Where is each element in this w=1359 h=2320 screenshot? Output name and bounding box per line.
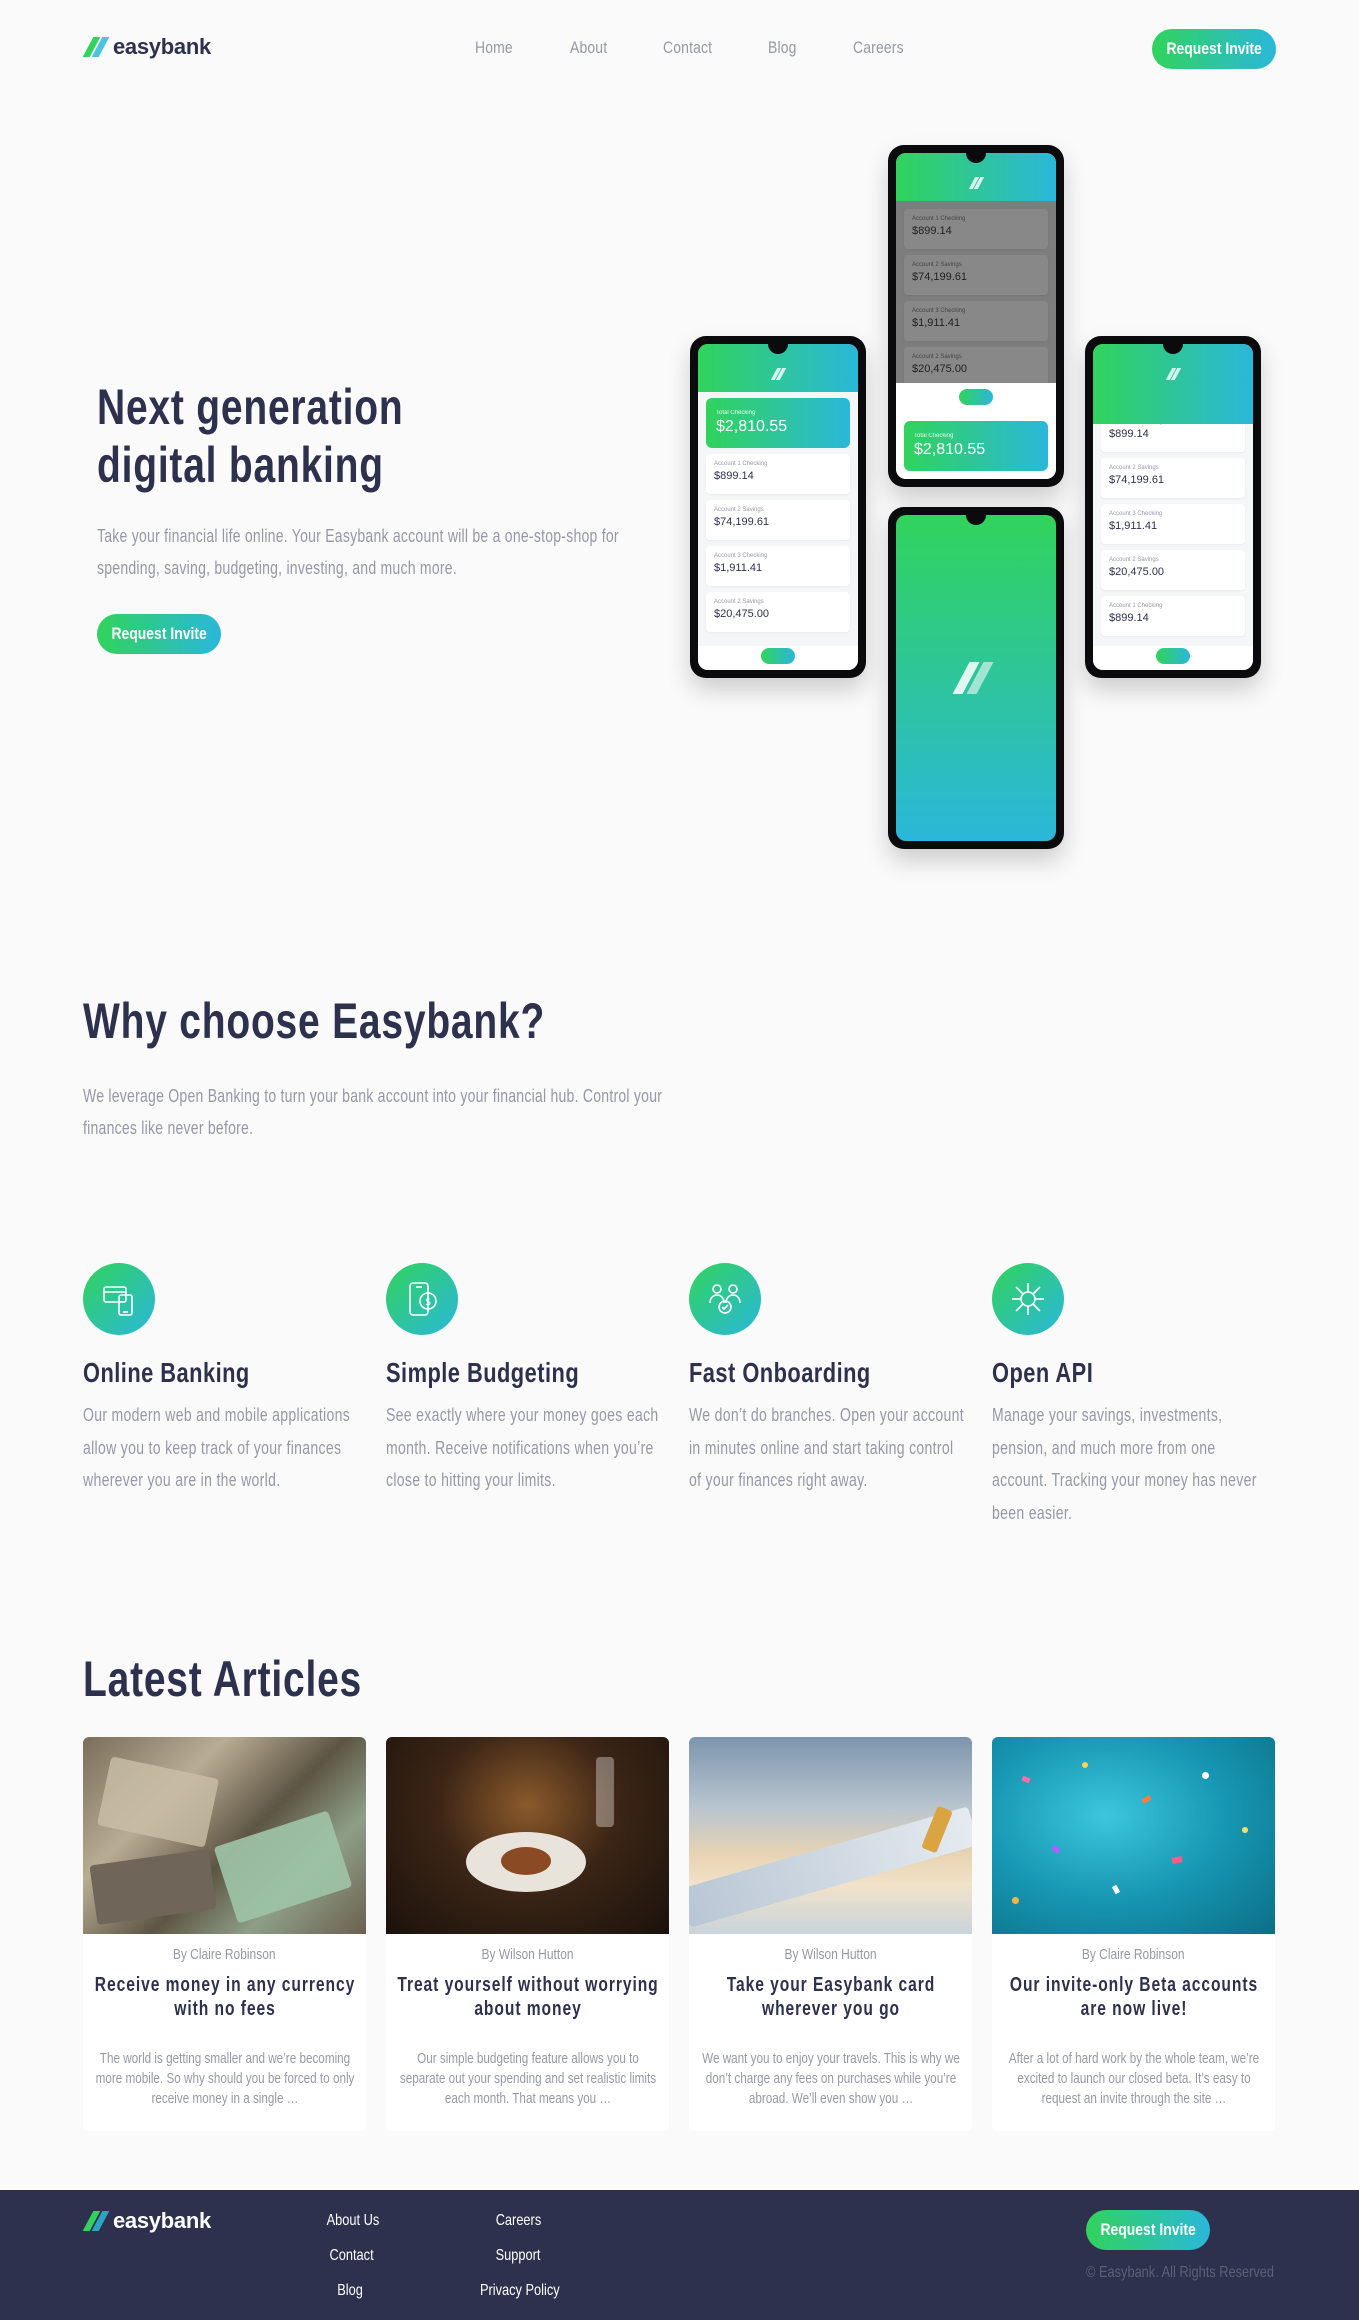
article-author: By Wilson Hutton xyxy=(784,1946,877,1963)
add-button-icon xyxy=(959,389,993,405)
article-image-restaurant xyxy=(386,1737,669,1934)
feature-title: Fast Onboarding xyxy=(689,1357,871,1388)
copyright-text: © Easybank. All Rights Reserved xyxy=(1086,2264,1275,2281)
article-card[interactable]: By Wilson Hutton Take your Easybank card… xyxy=(689,1737,972,2131)
feature-simple-budgeting: $ Simple Budgeting See exactly where you… xyxy=(386,1263,676,1497)
feature-title: Simple Budgeting xyxy=(386,1357,580,1388)
feature-online-banking: Online Banking Our modern web and mobile… xyxy=(83,1263,373,1497)
article-excerpt: The world is getting smaller and we’re b… xyxy=(95,2050,354,2107)
article-author: By Claire Robinson xyxy=(1082,1946,1185,1963)
articles-title: Latest Articles xyxy=(83,1651,363,1707)
svg-text:$: $ xyxy=(425,1297,431,1308)
logo-text: easybank xyxy=(113,2208,211,2233)
logo-text: easybank xyxy=(113,34,211,59)
feature-fast-onboarding: Fast Onboarding We don’t do branches. Op… xyxy=(689,1263,979,1497)
article-title[interactable]: Our invite-only Beta accounts are now li… xyxy=(1001,1973,1266,2021)
account-row: Account 1 Checking$899.14 xyxy=(706,454,850,494)
add-button-icon xyxy=(1156,648,1190,664)
account-row: Account 2 Savings $20,475.00 xyxy=(706,592,850,632)
onboarding-icon xyxy=(689,1263,761,1335)
feature-title: Open API xyxy=(992,1357,1094,1388)
budgeting-icon: $ xyxy=(386,1263,458,1335)
nav-about[interactable]: About xyxy=(570,38,607,58)
mini-logo-icon xyxy=(968,177,985,189)
mini-logo-icon xyxy=(1165,368,1182,380)
feature-open-api: Open API Manage your savings, investment… xyxy=(992,1263,1282,1529)
footer-request-invite-button[interactable]: Request Invite xyxy=(1086,2210,1210,2250)
mini-logo-icon xyxy=(770,368,787,380)
site-footer: easybank About Us Contact Blog Careers S… xyxy=(0,2190,1359,2320)
phone-mockup-top: Account 1 Checking $899.14 Account 2 Savi… xyxy=(888,145,1064,487)
feature-text: Our modern web and mobile applications a… xyxy=(83,1405,351,1490)
total-checking-card: Total Checking $2,810.55 xyxy=(706,398,850,448)
article-author: By Wilson Hutton xyxy=(481,1946,574,1963)
footer-link-contact[interactable]: Contact xyxy=(330,2247,374,2265)
hero-text: Take your financial life online. Your Ea… xyxy=(97,526,619,578)
account-row: Account 3 Checking $1,911.41 xyxy=(1101,504,1245,544)
phone-mockup-right: Account 1 Checking$899.14 Account 2 Savi… xyxy=(1085,336,1261,678)
footer-link-careers[interactable]: Careers xyxy=(496,2212,542,2230)
article-excerpt: We want you to enjoy your travels. This … xyxy=(701,2050,960,2107)
article-title[interactable]: Take your Easybank card wherever you go xyxy=(698,1973,963,2021)
feature-text: We don’t do branches. Open your account … xyxy=(689,1405,964,1490)
article-card[interactable]: By Wilson Hutton Treat yourself without … xyxy=(386,1737,669,2131)
article-image-currency xyxy=(83,1737,366,1934)
api-icon xyxy=(992,1263,1064,1335)
header-request-invite-button[interactable]: Request Invite xyxy=(1152,29,1276,69)
logo-mark-icon xyxy=(82,2211,110,2231)
article-excerpt: After a lot of hard work by the whole te… xyxy=(1008,2050,1259,2107)
online-banking-icon xyxy=(83,1263,155,1335)
logo[interactable]: easybank xyxy=(82,34,211,60)
article-image-airplane xyxy=(689,1737,972,1934)
phone-mockup-bottom xyxy=(888,507,1064,849)
footer-link-about-us[interactable]: About Us xyxy=(327,2212,380,2230)
feature-title: Online Banking xyxy=(83,1357,250,1388)
account-row: Account 2 Savings $20,475.00 xyxy=(1101,550,1245,590)
add-button-icon xyxy=(761,648,795,664)
article-image-confetti xyxy=(992,1737,1275,1934)
nav-contact[interactable]: Contact xyxy=(663,38,712,58)
footer-logo[interactable]: easybank xyxy=(82,2208,211,2234)
account-row: Account 2 Savings $74,199.61 xyxy=(1101,458,1245,498)
article-card[interactable]: By Claire Robinson Our invite-only Beta … xyxy=(992,1737,1275,2131)
why-text: We leverage Open Banking to turn your ba… xyxy=(83,1086,663,1138)
total-checking-card: Total Checking $2,810.55 xyxy=(904,421,1048,471)
feature-text: Manage your savings, investments, pensio… xyxy=(992,1405,1257,1523)
footer-link-blog[interactable]: Blog xyxy=(337,2282,363,2300)
article-card[interactable]: By Claire Robinson Receive money in any … xyxy=(83,1737,366,2131)
phone-mockup-left: Total Checking $2,810.55 Account 1 Check… xyxy=(690,336,866,678)
why-title: Why choose Easybank? xyxy=(83,993,546,1049)
article-excerpt: Our simple budgeting feature allows you … xyxy=(399,2050,656,2107)
article-title[interactable]: Receive money in any currency with no fe… xyxy=(92,1973,357,2021)
footer-link-support[interactable]: Support xyxy=(496,2247,541,2265)
hero-title: Next generation digital banking xyxy=(97,379,404,493)
article-title[interactable]: Treat yourself without worrying about mo… xyxy=(395,1973,660,2021)
account-row: Account 2 Savings $74,199.61 xyxy=(706,500,850,540)
footer-link-privacy-policy[interactable]: Privacy Policy xyxy=(480,2282,560,2300)
feature-text: See exactly where your money goes each m… xyxy=(386,1405,659,1490)
site-header: easybank Home About Contact Blog Careers… xyxy=(0,0,1359,100)
nav-careers[interactable]: Careers xyxy=(853,38,904,58)
logo-mark-icon xyxy=(82,37,110,57)
article-author: By Claire Robinson xyxy=(173,1946,276,1963)
nav-blog[interactable]: Blog xyxy=(768,38,797,58)
account-row: Account 3 Checking $1,911.41 xyxy=(706,546,850,586)
splash-logo-icon xyxy=(951,662,1001,694)
nav-home[interactable]: Home xyxy=(475,38,513,58)
account-row: Account 1 Checking$899.14 xyxy=(1101,596,1245,636)
hero-request-invite-button[interactable]: Request Invite xyxy=(97,614,221,654)
